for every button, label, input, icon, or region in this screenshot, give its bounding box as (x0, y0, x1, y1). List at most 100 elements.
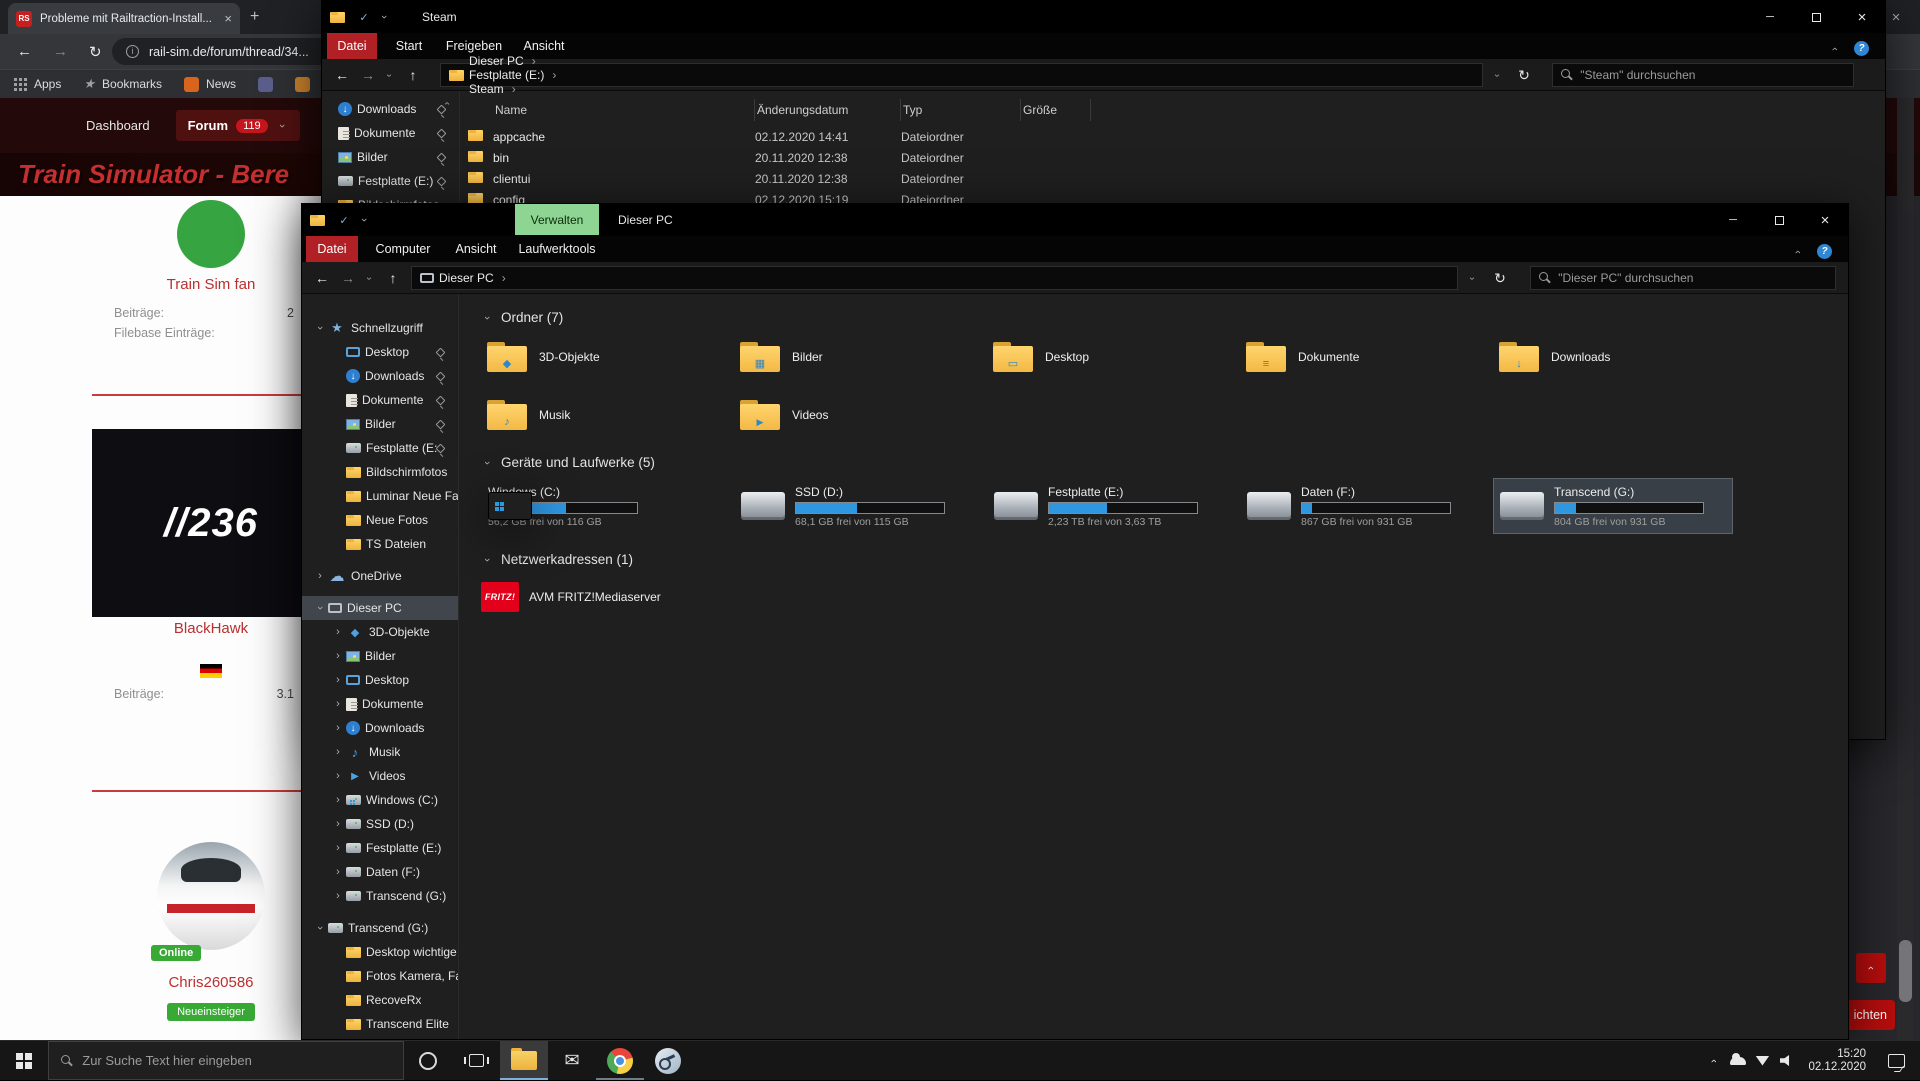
folder-tile[interactable]: 3D-Objekte (481, 333, 721, 381)
sidebar-item[interactable]: RecoveRx (302, 988, 458, 1012)
ribbon-collapse-icon[interactable] (1792, 242, 1804, 260)
folder-tile[interactable]: Bilder (734, 333, 974, 381)
chevron-icon[interactable] (330, 674, 346, 686)
sidebar-item[interactable]: Dokumente (322, 121, 459, 145)
chevron-icon[interactable] (314, 920, 326, 936)
sidebar-item[interactable]: Festplatte (E:) (302, 836, 458, 860)
nav-forum[interactable]: Forum 119 (176, 110, 300, 141)
sidebar-item[interactable]: Downloads (302, 716, 458, 740)
bookmark-apps[interactable]: Apps (14, 77, 61, 91)
tab-start[interactable]: Start (382, 33, 436, 59)
drive-tile[interactable]: SSD (D:) 68,1 GB frei von 115 GB (734, 478, 974, 534)
sidebar-item[interactable]: Daten (F:) (302, 860, 458, 884)
search-box[interactable] (1530, 266, 1836, 290)
tab-ansicht[interactable]: Ansicht (448, 236, 504, 262)
ribbon-collapse-icon[interactable] (1829, 39, 1841, 57)
sidebar-item[interactable]: Bildschirmfotos (302, 460, 458, 484)
bookmark-favicon-1[interactable] (258, 77, 273, 92)
file-row[interactable]: clientui 20.11.2020 12:38 Dateiordner (460, 169, 1885, 190)
sidebar-item[interactable]: Windows (C:) (302, 788, 458, 812)
chevron-icon[interactable] (330, 794, 346, 806)
chevron-icon[interactable] (330, 746, 346, 758)
recent-locations-icon[interactable] (380, 59, 398, 91)
sidebar-item[interactable]: TS Dateien (302, 532, 458, 556)
refresh-icon[interactable] (1512, 59, 1536, 91)
chevron-icon[interactable] (330, 626, 346, 638)
close-button[interactable] (1839, 1, 1885, 33)
bookmark-bookmarks[interactable]: Bookmarks (83, 76, 162, 92)
title-bar[interactable]: ✓ Steam (322, 1, 1885, 33)
up-icon[interactable] (380, 262, 406, 294)
sidebar-item[interactable]: Videos (302, 764, 458, 788)
close-button[interactable] (1802, 204, 1848, 236)
sidebar-item[interactable]: 3D-Objekte (302, 620, 458, 644)
site-info-icon[interactable]: i (126, 45, 139, 58)
taskbar-search[interactable] (48, 1041, 404, 1080)
folder-tile[interactable]: Musik (481, 391, 721, 439)
chevron-icon[interactable] (330, 890, 346, 902)
section-chevron-icon[interactable] (481, 457, 493, 469)
customize-toolbar-icon[interactable] (378, 11, 390, 23)
breadcrumb-segment[interactable]: Dieser PC (439, 271, 512, 285)
customize-toolbar-icon[interactable] (358, 214, 370, 226)
tab-laufwerktools[interactable]: Laufwerktools (515, 236, 599, 262)
sidebar-item[interactable]: Transcend Elite (302, 1012, 458, 1036)
drive-tile[interactable]: Windows (C:) 56,2 GB frei von 116 GB (481, 478, 721, 534)
tab-datei[interactable]: Datei (306, 236, 358, 262)
browser-tab[interactable]: RS Probleme mit Railtraction-Install... … (8, 3, 240, 34)
chevron-icon[interactable] (330, 722, 346, 734)
title-bar[interactable]: ✓ Verwalten Dieser PC (302, 204, 1848, 236)
avatar[interactable]: //236 (92, 429, 330, 617)
chevron-icon[interactable] (330, 842, 346, 854)
maximize-button[interactable] (1793, 1, 1839, 33)
bookmark-news[interactable]: News (184, 77, 236, 92)
sidebar-item[interactable]: Desktop (302, 668, 458, 692)
manage-contextual-tab[interactable]: Verwalten (515, 204, 599, 235)
sidebar-item[interactable]: Desktop wichtige D (302, 940, 458, 964)
chevron-icon[interactable] (314, 600, 326, 616)
sidebar-item[interactable]: Musik (302, 740, 458, 764)
section-header-drives[interactable]: Geräte und Laufwerke (5) (481, 455, 1848, 470)
column-header-date[interactable]: Änderungsdatum (755, 99, 901, 121)
forward-icon[interactable] (44, 34, 74, 69)
username-link[interactable]: Train Sim fan (92, 276, 330, 293)
address-dropdown-icon[interactable] (1487, 59, 1507, 91)
minimize-button[interactable] (1747, 1, 1793, 33)
chevron-icon[interactable] (330, 866, 346, 878)
scrollbar-thumb[interactable] (1899, 940, 1912, 1002)
clock[interactable]: 15:20 02.12.2020 (1798, 1048, 1876, 1074)
quick-access-check-icon[interactable]: ✓ (338, 214, 350, 227)
folder-tile[interactable]: Desktop (987, 333, 1227, 381)
tab-close-icon[interactable]: × (224, 11, 232, 26)
back-icon[interactable] (308, 262, 334, 294)
tab-datei[interactable]: Datei (327, 33, 377, 59)
task-view-button[interactable] (452, 1041, 500, 1080)
avatar[interactable] (157, 842, 265, 950)
sidebar-item[interactable]: Downloads (302, 364, 458, 388)
drive-tile[interactable]: Festplatte (E:) 2,23 TB frei von 3,63 TB (987, 478, 1227, 534)
sidebar-item[interactable]: Dokumente (302, 388, 458, 412)
sidebar-item[interactable]: Downloads (322, 97, 459, 121)
network-item[interactable]: FRITZ! AVM FRITZ!Mediaserver (481, 575, 1848, 619)
section-header-folders[interactable]: Ordner (7) (481, 310, 1848, 325)
refresh-icon[interactable] (1488, 262, 1512, 294)
taskbar-mail[interactable]: ✉ (548, 1041, 596, 1080)
nav-dashboard[interactable]: Dashboard (86, 118, 150, 133)
username-link[interactable]: Chris260586 (92, 974, 330, 991)
browser-scrollbar[interactable] (1897, 98, 1914, 1040)
chevron-icon[interactable] (330, 770, 346, 782)
column-header-name[interactable]: Name (493, 99, 755, 121)
forward-icon[interactable] (334, 262, 360, 294)
sidebar-item[interactable]: Schnellzugriff (302, 316, 458, 340)
recent-locations-icon[interactable] (360, 262, 378, 294)
sidebar-item[interactable]: OneDrive (302, 564, 458, 588)
cortana-button[interactable] (404, 1041, 452, 1080)
column-header-type[interactable]: Typ (901, 99, 1021, 121)
start-button[interactable] (0, 1041, 48, 1080)
taskbar-steam[interactable] (644, 1041, 692, 1080)
chevron-icon[interactable] (330, 818, 346, 830)
help-icon[interactable]: ? (1854, 38, 1869, 56)
sidebar-item[interactable]: Neue Fotos (302, 508, 458, 532)
sidebar-item[interactable]: Dieser PC (302, 596, 458, 620)
sidebar-item[interactable]: Transcend (G:) (302, 916, 458, 940)
